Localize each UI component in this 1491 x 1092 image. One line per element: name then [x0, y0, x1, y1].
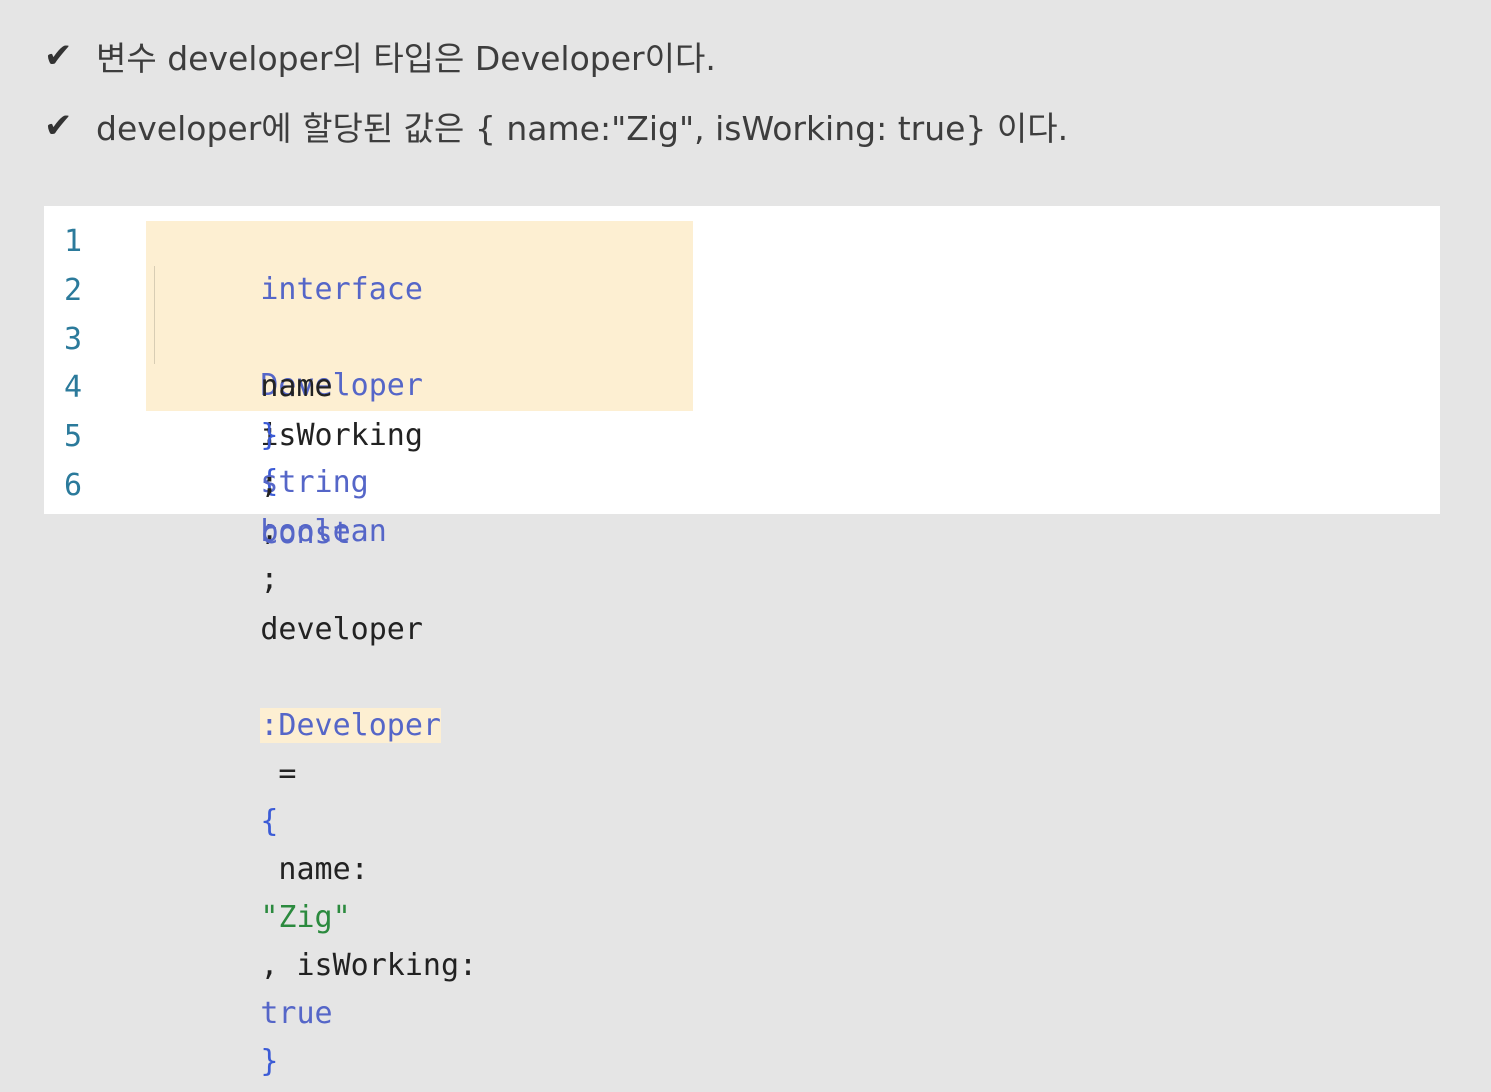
- code-line-5: 5: [44, 413, 152, 461]
- variable-name: developer: [260, 612, 423, 647]
- code-line-4: 4 } ;: [44, 364, 278, 501]
- checkmark-icon: ✔: [44, 36, 73, 76]
- object-key: name:: [260, 852, 369, 887]
- bullet-list: ✔ 변수 developer의 타입은 Developer이다. ✔ devel…: [44, 28, 1444, 168]
- type-annotation: :Developer: [260, 708, 441, 743]
- code-line-6: 6 const developer :Developer = { name: "…: [44, 462, 495, 1079]
- checkmark-icon: ✔: [44, 106, 73, 146]
- string-literal: "Zig": [260, 900, 351, 935]
- property-name: isWorking: [260, 418, 423, 453]
- brace: }: [260, 418, 279, 453]
- code-line-1: 1 interface Developer {: [44, 218, 423, 499]
- line-number: 1: [64, 224, 83, 259]
- line-number: 4: [64, 370, 83, 405]
- line-number: 5: [64, 419, 83, 454]
- bullet-item-value: ✔ developer에 할당된 값은 { name:"Zig", isWork…: [44, 98, 1444, 154]
- object-key: , isWorking:: [260, 948, 496, 983]
- brace: {: [260, 804, 279, 839]
- bullet-text: developer에 할당된 값은 { name:"Zig", isWorkin…: [96, 109, 1069, 148]
- boolean-literal: true: [260, 996, 333, 1031]
- code-block: 1 interface Developer { 2 name : string …: [44, 206, 1440, 1079]
- code-line-2: 2 name : string ;: [44, 267, 369, 548]
- bullet-text: 변수 developer의 타입은 Developer이다.: [96, 39, 716, 78]
- brace: }: [260, 1044, 279, 1079]
- line-number: 3: [64, 322, 83, 357]
- line-number: 2: [64, 273, 83, 308]
- bullet-item-type: ✔ 변수 developer의 타입은 Developer이다.: [44, 28, 1444, 84]
- line-number: 6: [64, 468, 83, 503]
- equals: =: [260, 756, 315, 791]
- code-line-3: 3 isWorking : boolean ;: [44, 316, 423, 597]
